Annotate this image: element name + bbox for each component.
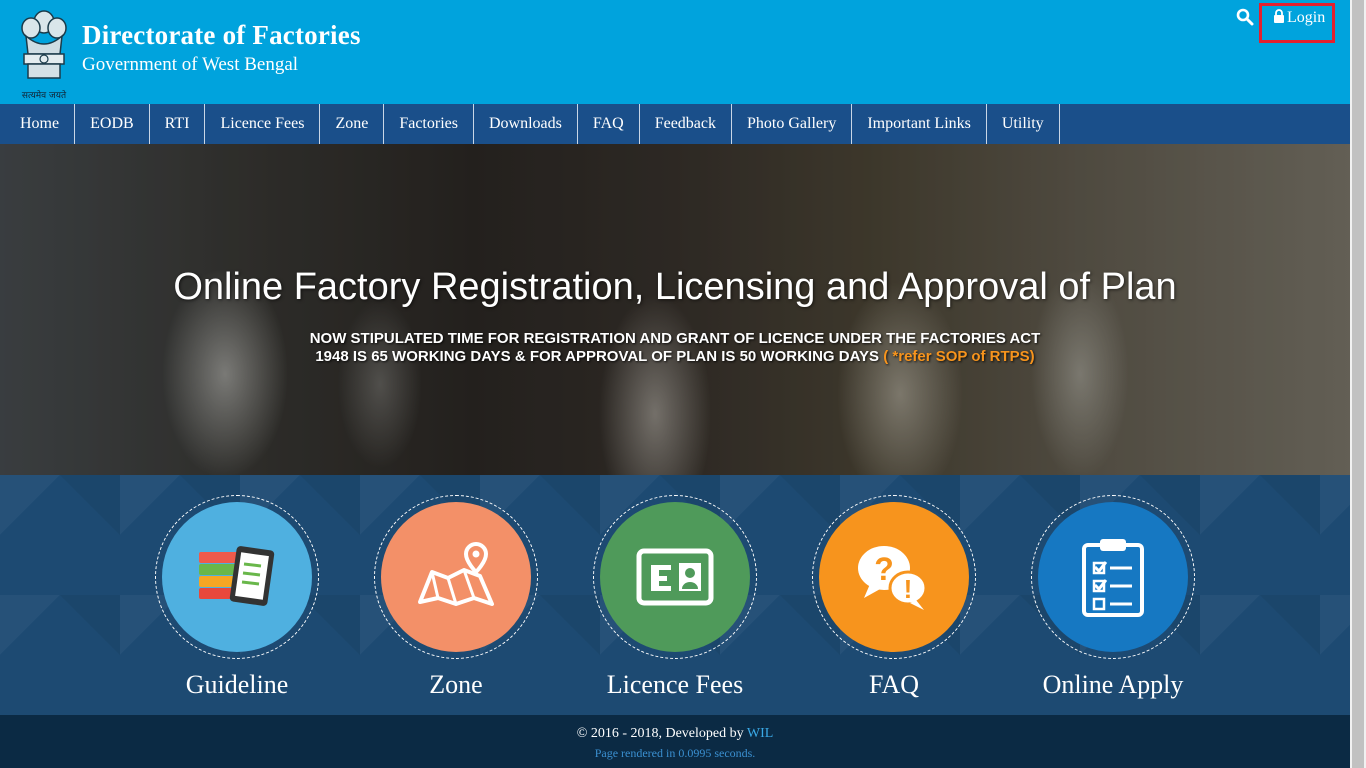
feature-ring	[593, 495, 757, 659]
page-scrollbar[interactable]	[1350, 0, 1366, 768]
footer-copyright: © 2016 - 2018, Developed by WIL	[0, 726, 1350, 742]
site-subtitle: Government of West Bengal	[82, 54, 299, 75]
site-header: सत्यमेव जयते Directorate of Factories Go…	[0, 0, 1350, 104]
login-button[interactable]: Login	[1259, 3, 1335, 43]
feature-faq[interactable]: ? ! FAQ	[812, 495, 976, 699]
site-footer: © 2016 - 2018, Developed by WIL Page ren…	[0, 715, 1350, 768]
map-pin-icon	[418, 542, 494, 606]
feature-circle	[1038, 502, 1188, 652]
nav-item-feedback[interactable]: Feedback	[640, 104, 732, 144]
id-card-icon	[636, 548, 714, 606]
nav-item-factories[interactable]: Factories	[384, 104, 474, 144]
clipboard-checklist-icon	[1082, 539, 1144, 617]
nav-item-faq[interactable]: FAQ	[578, 104, 640, 144]
nav-item-eodb[interactable]: EODB	[75, 104, 150, 144]
nav-item-licence-fees[interactable]: Licence Fees	[205, 104, 321, 144]
hero-notice: NOW STIPULATED TIME FOR REGISTRATION AND…	[275, 330, 1075, 366]
feature-label-online-apply: Online Apply	[1042, 670, 1184, 699]
search-icon[interactable]	[1236, 8, 1254, 26]
feature-ring: ? !	[812, 495, 976, 659]
feature-links-section: Guideline Zone Licence Fees ? ! FAQ Onli…	[0, 475, 1350, 715]
feature-label-licence-fees: Licence Fees	[606, 670, 744, 699]
feature-ring	[155, 495, 319, 659]
nav-item-home[interactable]: Home	[0, 104, 76, 144]
nav-item-rti[interactable]: RTI	[150, 104, 206, 144]
question-exclamation-icon: ? !	[858, 546, 928, 610]
feature-online-apply[interactable]: Online Apply	[1031, 495, 1195, 699]
feature-circle	[600, 502, 750, 652]
hero-image-overlay	[0, 144, 1350, 475]
feature-ring	[374, 495, 538, 659]
hero-title: Online Factory Registration, Licensing a…	[173, 266, 1177, 308]
feature-circle	[162, 502, 312, 652]
emblem-motto: सत्यमेव जयते	[21, 91, 67, 101]
feature-licence-fees[interactable]: Licence Fees	[593, 495, 757, 699]
page-render-time: Page rendered in 0.0995 seconds.	[594, 746, 756, 760]
feature-ring	[1031, 495, 1195, 659]
nav-item-important-links[interactable]: Important Links	[852, 104, 987, 144]
nav-item-downloads[interactable]: Downloads	[474, 104, 578, 144]
developer-link[interactable]: WIL	[747, 726, 773, 741]
nav-item-photo-gallery[interactable]: Photo Gallery	[732, 104, 853, 144]
emblem-icon	[21, 10, 67, 79]
feature-label-guideline: Guideline	[185, 670, 289, 699]
lock-icon	[1274, 9, 1284, 23]
hero-notice-line1: NOW STIPULATED TIME FOR REGISTRATION AND…	[309, 330, 1041, 347]
hero-notice-line2: 1948 IS 65 WORKING DAYS & FOR APPROVAL O…	[315, 348, 880, 365]
svg-text:!: !	[904, 574, 913, 604]
main-navigation: Home EODB RTI Licence Fees Zone Factorie…	[0, 104, 1350, 144]
scrollbar-thumb[interactable]	[1352, 0, 1364, 768]
books-tablet-icon	[199, 546, 275, 606]
login-label: Login	[1287, 9, 1326, 26]
hero-notice-reference: ( *refer SOP of RTPS)	[883, 348, 1035, 365]
feature-guideline[interactable]: Guideline	[155, 495, 319, 699]
feature-circle: ? !	[819, 502, 969, 652]
site-title: Directorate of Factories	[82, 20, 361, 50]
feature-zone[interactable]: Zone	[374, 495, 538, 699]
copyright-text: © 2016 - 2018, Developed by	[576, 726, 747, 741]
hero-banner: Online Factory Registration, Licensing a…	[0, 144, 1350, 475]
nav-item-utility[interactable]: Utility	[987, 104, 1060, 144]
feature-label-zone: Zone	[429, 670, 483, 699]
feature-label-faq: FAQ	[868, 670, 920, 699]
nav-item-zone[interactable]: Zone	[320, 104, 385, 144]
state-emblem: सत्यमेव जयते	[14, 8, 74, 101]
feature-circle	[381, 502, 531, 652]
